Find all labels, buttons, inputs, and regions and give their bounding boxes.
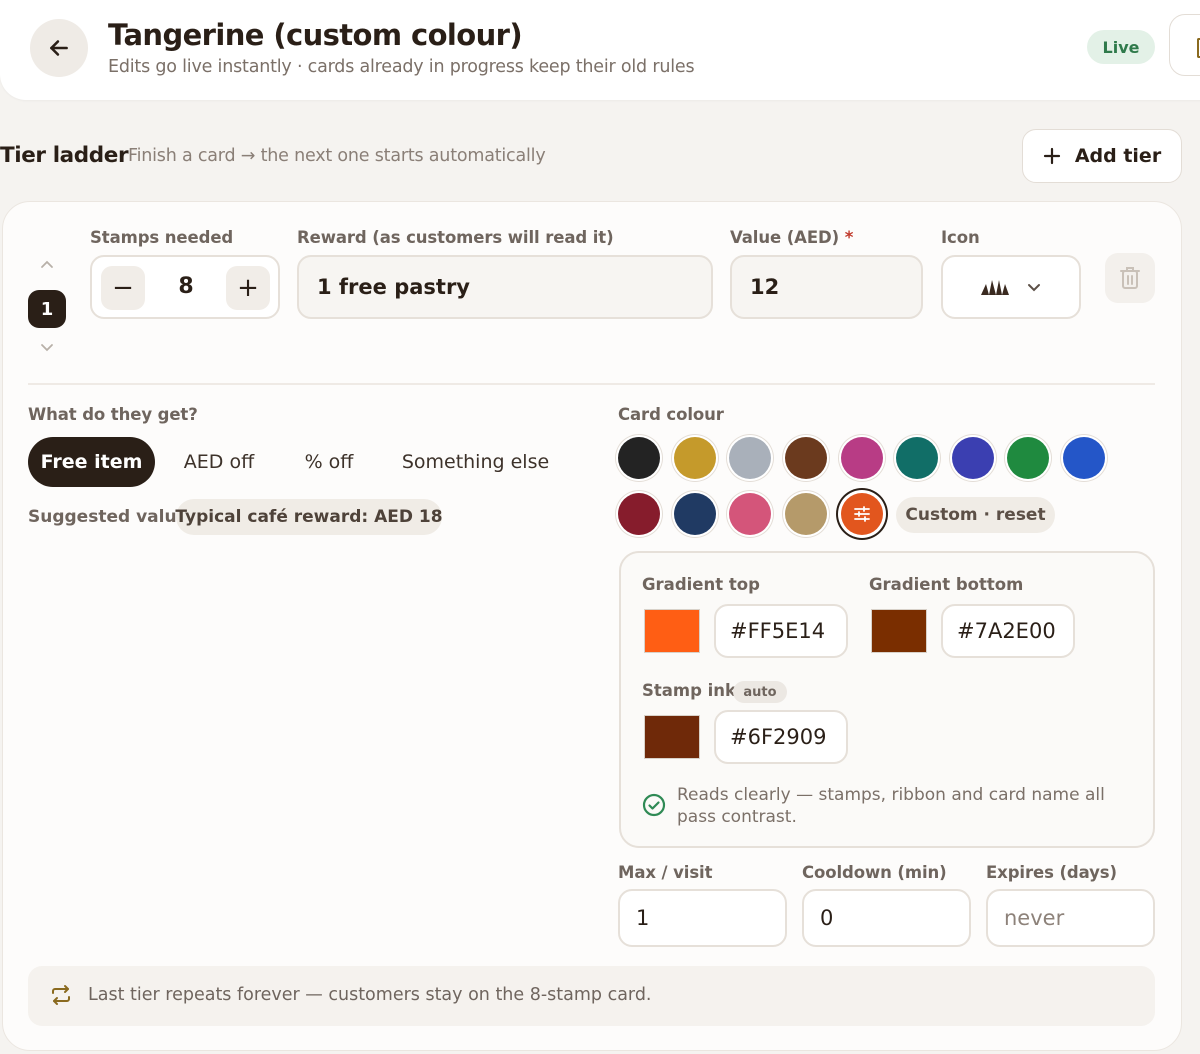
stamps-value[interactable]: 8 [166, 257, 206, 317]
add-tier-button[interactable]: Add tier [1022, 129, 1182, 183]
tier-number-badge: 1 [28, 290, 66, 328]
decrement-button[interactable]: − [101, 266, 145, 310]
value-label-text: Value (AED) [730, 228, 840, 247]
repeat-note: Last tier repeats forever — customers st… [28, 966, 1155, 1026]
type-something-else[interactable]: Something else [384, 437, 567, 487]
section-title: Tier ladder [0, 143, 129, 168]
colour-swatch[interactable] [729, 437, 771, 479]
colour-swatch[interactable] [841, 437, 883, 479]
cooldown-input[interactable]: 0 [802, 889, 971, 947]
chevron-down-icon [1028, 284, 1040, 292]
colour-swatch[interactable] [618, 493, 660, 535]
gradient-top-color-picker[interactable] [644, 609, 700, 653]
contrast-message: Reads clearly — stamps, ribbon and card … [677, 785, 1105, 827]
cooldown-label: Cooldown (min) [802, 863, 947, 882]
colour-swatch[interactable] [729, 493, 771, 535]
page-header: Tangerine (custom colour) Edits go live … [0, 0, 1200, 100]
value-label: Value (AED) * [730, 228, 853, 247]
reward-input[interactable]: 1 free pastry [297, 255, 713, 319]
stamps-stepper: − 8 + [90, 255, 280, 319]
repeat-note-text: Last tier repeats forever — customers st… [88, 985, 652, 1005]
move-up-button[interactable] [38, 258, 56, 270]
croissant-icon [981, 280, 1009, 295]
chevron-down-icon [41, 343, 53, 351]
page-title: Tangerine (custom colour) [108, 18, 523, 52]
status-badge: Live [1087, 30, 1155, 64]
gradient-top-hex-input[interactable]: #FF5E14 [714, 604, 848, 658]
custom-colour-swatch[interactable] [841, 493, 883, 535]
expires-label: Expires (days) [986, 863, 1117, 882]
add-tier-label: Add tier [1074, 145, 1162, 167]
reward-label: Reward (as customers will read it) [297, 228, 614, 247]
move-down-button[interactable] [38, 341, 56, 353]
icon-label: Icon [941, 228, 980, 247]
suggested-value-label: Suggested value [28, 507, 189, 527]
back-button[interactable] [30, 19, 88, 77]
sliders-icon [854, 506, 870, 522]
card-colour-label: Card colour [618, 405, 724, 424]
type-percent-off[interactable]: % off [284, 437, 374, 487]
colour-swatch[interactable] [952, 437, 994, 479]
colour-swatch[interactable] [1063, 437, 1105, 479]
gradient-top-label: Gradient top [642, 575, 760, 594]
stamp-ink-label: Stamp ink [642, 681, 737, 700]
max-visit-input[interactable]: 1 [618, 889, 787, 947]
auto-badge[interactable]: auto [733, 681, 787, 703]
colour-swatch[interactable] [785, 437, 827, 479]
custom-reset-button[interactable]: Custom · reset [896, 497, 1055, 533]
max-visit-label: Max / visit [618, 863, 713, 882]
check-circle-icon [642, 793, 666, 817]
icon-select[interactable] [941, 255, 1081, 319]
colour-swatch[interactable] [674, 437, 716, 479]
increment-button[interactable]: + [226, 266, 270, 310]
required-mark: * [844, 228, 854, 247]
gradient-bottom-label: Gradient bottom [869, 575, 1024, 594]
stamps-label: Stamps needed [90, 228, 234, 247]
suggested-value-chip[interactable]: Typical café reward: AED 18 [175, 499, 443, 535]
colour-swatch[interactable] [785, 493, 827, 535]
colour-swatch[interactable] [1007, 437, 1049, 479]
value-input[interactable]: 12 [730, 255, 923, 319]
reward-type-label: What do they get? [28, 405, 198, 424]
gradient-bottom-color-picker[interactable] [871, 609, 927, 653]
trash-icon [1120, 267, 1140, 289]
header-action-button[interactable] [1169, 14, 1200, 76]
page-subtitle: Edits go live instantly · cards already … [108, 57, 695, 77]
section-hint: Finish a card → the next one starts auto… [128, 146, 546, 166]
type-aed-off[interactable]: AED off [164, 437, 274, 487]
arrow-left-icon [50, 40, 68, 56]
colour-swatch[interactable] [896, 437, 938, 479]
delete-tier-button[interactable] [1105, 253, 1155, 303]
stamp-ink-hex-input[interactable]: #6F2909 [714, 710, 848, 764]
colour-swatch[interactable] [618, 437, 660, 479]
divider [28, 383, 1155, 385]
gradient-bottom-hex-input[interactable]: #7A2E00 [941, 604, 1075, 658]
expires-input[interactable]: never [986, 889, 1155, 947]
colour-swatch[interactable] [674, 493, 716, 535]
plus-icon [1043, 147, 1060, 165]
stamp-ink-color-picker[interactable] [644, 715, 700, 759]
chevron-up-icon [41, 260, 53, 268]
type-free-item[interactable]: Free item [28, 437, 155, 487]
repeat-icon [52, 985, 70, 1005]
